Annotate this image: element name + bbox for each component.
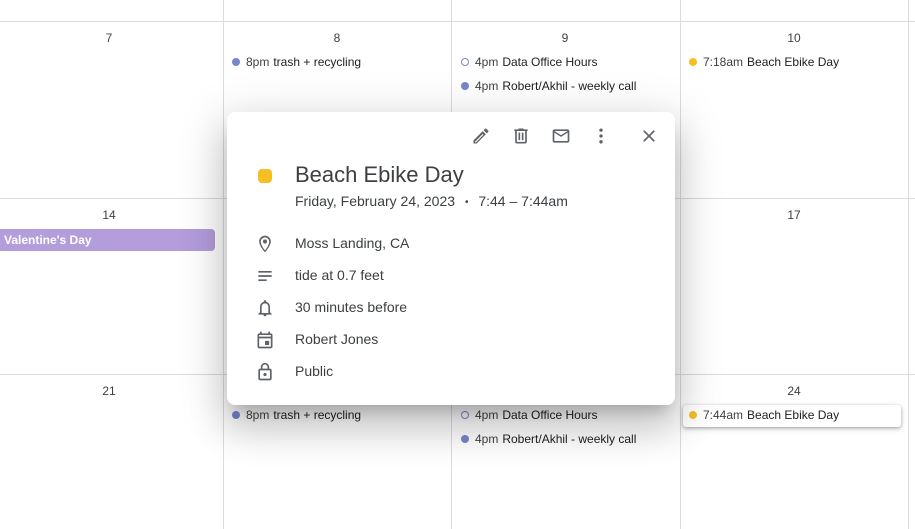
event-dot <box>461 82 469 90</box>
event-dot <box>232 58 240 66</box>
calendar-icon <box>253 328 277 352</box>
location-icon <box>253 232 277 256</box>
day-number[interactable]: 17 <box>774 208 814 222</box>
event-chip[interactable]: 8pm trash + recycling <box>232 52 361 72</box>
event-time: 7:44am <box>703 408 744 422</box>
email-icon[interactable] <box>549 124 573 148</box>
event-title: Robert/Akhil - weekly call <box>502 79 637 93</box>
day-number[interactable]: 7 <box>89 31 129 45</box>
event-title: trash + recycling <box>273 408 362 422</box>
more-icon[interactable] <box>589 124 613 148</box>
close-icon[interactable] <box>637 124 661 148</box>
event-dot <box>232 411 240 419</box>
event-color-swatch <box>258 169 272 183</box>
event-chip[interactable]: 4pm Data Office Hours <box>461 52 598 72</box>
event-time: 7:18am <box>703 55 744 69</box>
event-chip[interactable]: 7:18am Beach Ebike Day <box>689 52 839 72</box>
event-dot <box>461 411 469 419</box>
event-time-range: 7:44 – 7:44am <box>478 193 568 209</box>
bell-icon <box>253 296 277 320</box>
day-number[interactable]: 24 <box>774 384 814 398</box>
event-title: Data Office Hours <box>502 408 598 422</box>
event-visibility: Public <box>295 363 334 379</box>
description-row: tide at 0.7 feet <box>227 264 675 288</box>
description-icon <box>253 264 277 288</box>
grid-line <box>223 0 224 529</box>
event-title: Beach Ebike Day <box>747 55 840 69</box>
event-reminder: 30 minutes before <box>295 299 408 315</box>
event-dot <box>689 58 697 66</box>
event-time: 8pm <box>246 408 270 422</box>
event-time: 4pm <box>475 55 499 69</box>
event-datetime: Friday, February 24, 2023 • 7:44 – 7:44a… <box>295 193 568 209</box>
event-dot <box>461 435 469 443</box>
event-chip[interactable]: 4pm Robert/Akhil - weekly call <box>461 429 636 449</box>
grid-line <box>680 0 681 529</box>
event-time: 4pm <box>475 79 499 93</box>
day-number[interactable]: 14 <box>89 208 129 222</box>
day-number[interactable]: 8 <box>317 31 357 45</box>
event-title: Beach Ebike Day <box>747 408 840 422</box>
visibility-row: Public <box>227 360 675 384</box>
event-calendar-owner: Robert Jones <box>295 331 379 347</box>
edit-icon[interactable] <box>469 124 493 148</box>
separator: • <box>464 196 469 208</box>
event-dot <box>461 58 469 66</box>
event-chip-selected[interactable]: 7:44am Beach Ebike Day <box>689 405 839 425</box>
event-chip[interactable]: 4pm Robert/Akhil - weekly call <box>461 76 636 96</box>
delete-icon[interactable] <box>509 124 533 148</box>
location-row: Moss Landing, CA <box>227 232 675 256</box>
all-day-event[interactable]: Valentine's Day <box>0 229 215 251</box>
event-date: Friday, February 24, 2023 <box>295 193 456 209</box>
event-dot <box>689 411 697 419</box>
event-time: 8pm <box>246 55 270 69</box>
calendar-row: Robert Jones <box>227 328 675 352</box>
event-chip[interactable]: 4pm Data Office Hours <box>461 405 598 425</box>
event-title: trash + recycling <box>273 55 362 69</box>
event-title: Robert/Akhil - weekly call <box>502 432 637 446</box>
day-number[interactable]: 21 <box>89 384 129 398</box>
event-description: tide at 0.7 feet <box>295 267 384 283</box>
day-number[interactable]: 9 <box>545 31 585 45</box>
day-number[interactable]: 10 <box>774 31 814 45</box>
event-details-popup: Beach Ebike Day Friday, February 24, 202… <box>227 112 675 405</box>
event-location[interactable]: Moss Landing, CA <box>295 235 409 251</box>
grid-line <box>908 0 909 529</box>
event-chip[interactable]: 8pm trash + recycling <box>232 405 361 425</box>
event-time: 4pm <box>475 432 499 446</box>
grid-line <box>0 21 915 22</box>
event-title: Data Office Hours <box>502 55 598 69</box>
event-time: 4pm <box>475 408 499 422</box>
lock-icon <box>253 360 277 384</box>
reminder-row: 30 minutes before <box>227 296 675 320</box>
event-title-heading: Beach Ebike Day <box>295 162 464 187</box>
